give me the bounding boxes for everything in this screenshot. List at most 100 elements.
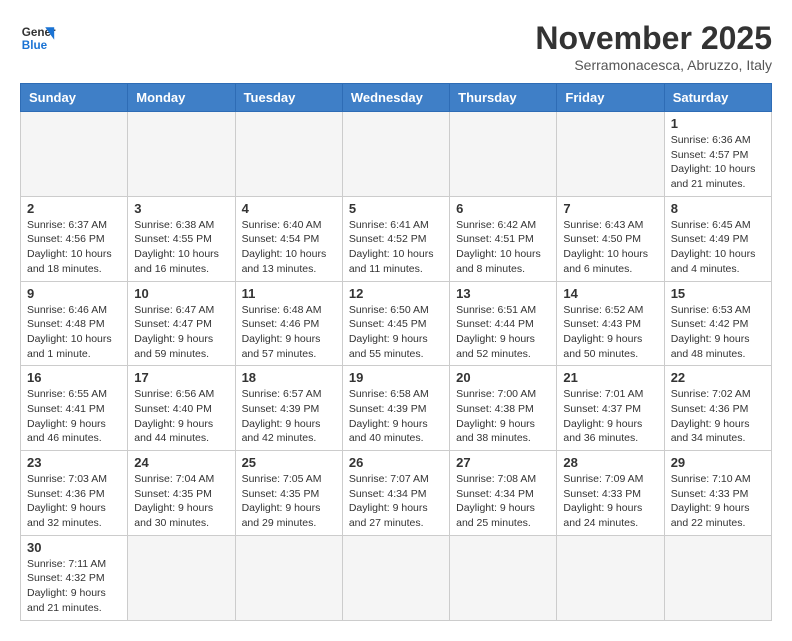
day-info: Sunrise: 6:46 AM Sunset: 4:48 PM Dayligh… bbox=[27, 303, 121, 362]
day-info: Sunrise: 6:50 AM Sunset: 4:45 PM Dayligh… bbox=[349, 303, 443, 362]
calendar-week-row: 9 Sunrise: 6:46 AM Sunset: 4:48 PM Daylig… bbox=[21, 281, 772, 366]
calendar-cell: 27 Sunrise: 7:08 AM Sunset: 4:34 PM Dayli… bbox=[450, 451, 557, 536]
day-number: 10 bbox=[134, 286, 228, 301]
calendar-cell: 9 Sunrise: 6:46 AM Sunset: 4:48 PM Daylig… bbox=[21, 281, 128, 366]
calendar-cell bbox=[342, 112, 449, 197]
day-info: Sunrise: 6:48 AM Sunset: 4:46 PM Dayligh… bbox=[242, 303, 336, 362]
calendar-cell: 30 Sunrise: 7:11 AM Sunset: 4:32 PM Dayli… bbox=[21, 535, 128, 620]
calendar-cell bbox=[450, 112, 557, 197]
day-number: 7 bbox=[563, 201, 657, 216]
day-number: 4 bbox=[242, 201, 336, 216]
calendar-week-row: 23 Sunrise: 7:03 AM Sunset: 4:36 PM Dayli… bbox=[21, 451, 772, 536]
subtitle: Serramonacesca, Abruzzo, Italy bbox=[535, 57, 772, 73]
calendar-cell bbox=[342, 535, 449, 620]
day-number: 9 bbox=[27, 286, 121, 301]
day-info: Sunrise: 6:56 AM Sunset: 4:40 PM Dayligh… bbox=[134, 387, 228, 446]
calendar-cell: 20Sunrise: 7:00 AM Sunset: 4:38 PM Dayli… bbox=[450, 366, 557, 451]
day-number: 11 bbox=[242, 286, 336, 301]
day-info: Sunrise: 7:05 AM Sunset: 4:35 PM Dayligh… bbox=[242, 472, 336, 531]
calendar-cell: 23 Sunrise: 7:03 AM Sunset: 4:36 PM Dayli… bbox=[21, 451, 128, 536]
day-info: Sunrise: 6:55 AM Sunset: 4:41 PM Dayligh… bbox=[27, 387, 121, 446]
calendar-cell bbox=[450, 535, 557, 620]
day-info: Sunrise: 6:36 AM Sunset: 4:57 PM Dayligh… bbox=[671, 133, 765, 192]
day-number: 23 bbox=[27, 455, 121, 470]
day-info: Sunrise: 6:40 AM Sunset: 4:54 PM Dayligh… bbox=[242, 218, 336, 277]
day-number: 24 bbox=[134, 455, 228, 470]
calendar-cell: 6 Sunrise: 6:42 AM Sunset: 4:51 PM Daylig… bbox=[450, 196, 557, 281]
weekday-header-saturday: Saturday bbox=[664, 84, 771, 112]
calendar-cell: 3Sunrise: 6:38 AM Sunset: 4:55 PM Daylig… bbox=[128, 196, 235, 281]
day-number: 29 bbox=[671, 455, 765, 470]
day-number: 21 bbox=[563, 370, 657, 385]
day-number: 14 bbox=[563, 286, 657, 301]
calendar-cell: 1Sunrise: 6:36 AM Sunset: 4:57 PM Daylig… bbox=[664, 112, 771, 197]
calendar-cell: 19 Sunrise: 6:58 AM Sunset: 4:39 PM Dayli… bbox=[342, 366, 449, 451]
day-number: 30 bbox=[27, 540, 121, 555]
calendar-cell: 17 Sunrise: 6:56 AM Sunset: 4:40 PM Dayli… bbox=[128, 366, 235, 451]
day-info: Sunrise: 6:57 AM Sunset: 4:39 PM Dayligh… bbox=[242, 387, 336, 446]
day-info: Sunrise: 6:45 AM Sunset: 4:49 PM Dayligh… bbox=[671, 218, 765, 277]
day-info: Sunrise: 7:07 AM Sunset: 4:34 PM Dayligh… bbox=[349, 472, 443, 531]
header: General Blue November 2025 Serramonacesc… bbox=[20, 20, 772, 73]
calendar-week-row: 30 Sunrise: 7:11 AM Sunset: 4:32 PM Dayli… bbox=[21, 535, 772, 620]
calendar-week-row: 1Sunrise: 6:36 AM Sunset: 4:57 PM Daylig… bbox=[21, 112, 772, 197]
day-info: Sunrise: 6:58 AM Sunset: 4:39 PM Dayligh… bbox=[349, 387, 443, 446]
day-info: Sunrise: 6:41 AM Sunset: 4:52 PM Dayligh… bbox=[349, 218, 443, 277]
calendar-cell bbox=[235, 112, 342, 197]
calendar-cell: 11 Sunrise: 6:48 AM Sunset: 4:46 PM Dayli… bbox=[235, 281, 342, 366]
day-number: 27 bbox=[456, 455, 550, 470]
calendar-cell: 10Sunrise: 6:47 AM Sunset: 4:47 PM Dayli… bbox=[128, 281, 235, 366]
weekday-header-row: SundayMondayTuesdayWednesdayThursdayFrid… bbox=[21, 84, 772, 112]
weekday-header-wednesday: Wednesday bbox=[342, 84, 449, 112]
day-number: 12 bbox=[349, 286, 443, 301]
calendar-cell: 16Sunrise: 6:55 AM Sunset: 4:41 PM Dayli… bbox=[21, 366, 128, 451]
calendar-cell: 12 Sunrise: 6:50 AM Sunset: 4:45 PM Dayli… bbox=[342, 281, 449, 366]
calendar-cell: 4 Sunrise: 6:40 AM Sunset: 4:54 PM Daylig… bbox=[235, 196, 342, 281]
day-info: Sunrise: 7:11 AM Sunset: 4:32 PM Dayligh… bbox=[27, 557, 121, 616]
weekday-header-friday: Friday bbox=[557, 84, 664, 112]
day-number: 15 bbox=[671, 286, 765, 301]
calendar-cell: 13 Sunrise: 6:51 AM Sunset: 4:44 PM Dayli… bbox=[450, 281, 557, 366]
day-info: Sunrise: 7:03 AM Sunset: 4:36 PM Dayligh… bbox=[27, 472, 121, 531]
calendar: SundayMondayTuesdayWednesdayThursdayFrid… bbox=[20, 83, 772, 621]
calendar-cell: 15Sunrise: 6:53 AM Sunset: 4:42 PM Dayli… bbox=[664, 281, 771, 366]
day-info: Sunrise: 7:04 AM Sunset: 4:35 PM Dayligh… bbox=[134, 472, 228, 531]
day-number: 17 bbox=[134, 370, 228, 385]
weekday-header-monday: Monday bbox=[128, 84, 235, 112]
svg-text:Blue: Blue bbox=[22, 39, 48, 52]
day-info: Sunrise: 6:38 AM Sunset: 4:55 PM Dayligh… bbox=[134, 218, 228, 277]
calendar-cell: 7Sunrise: 6:43 AM Sunset: 4:50 PM Daylig… bbox=[557, 196, 664, 281]
calendar-cell: 14Sunrise: 6:52 AM Sunset: 4:43 PM Dayli… bbox=[557, 281, 664, 366]
weekday-header-thursday: Thursday bbox=[450, 84, 557, 112]
day-info: Sunrise: 7:00 AM Sunset: 4:38 PM Dayligh… bbox=[456, 387, 550, 446]
day-info: Sunrise: 7:10 AM Sunset: 4:33 PM Dayligh… bbox=[671, 472, 765, 531]
calendar-week-row: 2 Sunrise: 6:37 AM Sunset: 4:56 PM Daylig… bbox=[21, 196, 772, 281]
day-info: Sunrise: 7:08 AM Sunset: 4:34 PM Dayligh… bbox=[456, 472, 550, 531]
weekday-header-tuesday: Tuesday bbox=[235, 84, 342, 112]
calendar-cell: 18 Sunrise: 6:57 AM Sunset: 4:39 PM Dayli… bbox=[235, 366, 342, 451]
day-number: 5 bbox=[349, 201, 443, 216]
day-number: 28 bbox=[563, 455, 657, 470]
day-info: Sunrise: 7:09 AM Sunset: 4:33 PM Dayligh… bbox=[563, 472, 657, 531]
day-info: Sunrise: 6:37 AM Sunset: 4:56 PM Dayligh… bbox=[27, 218, 121, 277]
day-number: 18 bbox=[242, 370, 336, 385]
calendar-cell: 29 Sunrise: 7:10 AM Sunset: 4:33 PM Dayli… bbox=[664, 451, 771, 536]
calendar-week-row: 16Sunrise: 6:55 AM Sunset: 4:41 PM Dayli… bbox=[21, 366, 772, 451]
calendar-cell: 2 Sunrise: 6:37 AM Sunset: 4:56 PM Daylig… bbox=[21, 196, 128, 281]
weekday-header-sunday: Sunday bbox=[21, 84, 128, 112]
calendar-cell: 28 Sunrise: 7:09 AM Sunset: 4:33 PM Dayli… bbox=[557, 451, 664, 536]
calendar-cell: 26Sunrise: 7:07 AM Sunset: 4:34 PM Dayli… bbox=[342, 451, 449, 536]
day-info: Sunrise: 6:42 AM Sunset: 4:51 PM Dayligh… bbox=[456, 218, 550, 277]
day-number: 6 bbox=[456, 201, 550, 216]
calendar-cell: 25Sunrise: 7:05 AM Sunset: 4:35 PM Dayli… bbox=[235, 451, 342, 536]
calendar-cell bbox=[664, 535, 771, 620]
day-number: 13 bbox=[456, 286, 550, 301]
calendar-cell: 8Sunrise: 6:45 AM Sunset: 4:49 PM Daylig… bbox=[664, 196, 771, 281]
day-info: Sunrise: 6:51 AM Sunset: 4:44 PM Dayligh… bbox=[456, 303, 550, 362]
day-number: 19 bbox=[349, 370, 443, 385]
logo: General Blue bbox=[20, 20, 56, 56]
day-number: 2 bbox=[27, 201, 121, 216]
calendar-cell bbox=[128, 535, 235, 620]
calendar-cell bbox=[128, 112, 235, 197]
calendar-cell: 5 Sunrise: 6:41 AM Sunset: 4:52 PM Daylig… bbox=[342, 196, 449, 281]
